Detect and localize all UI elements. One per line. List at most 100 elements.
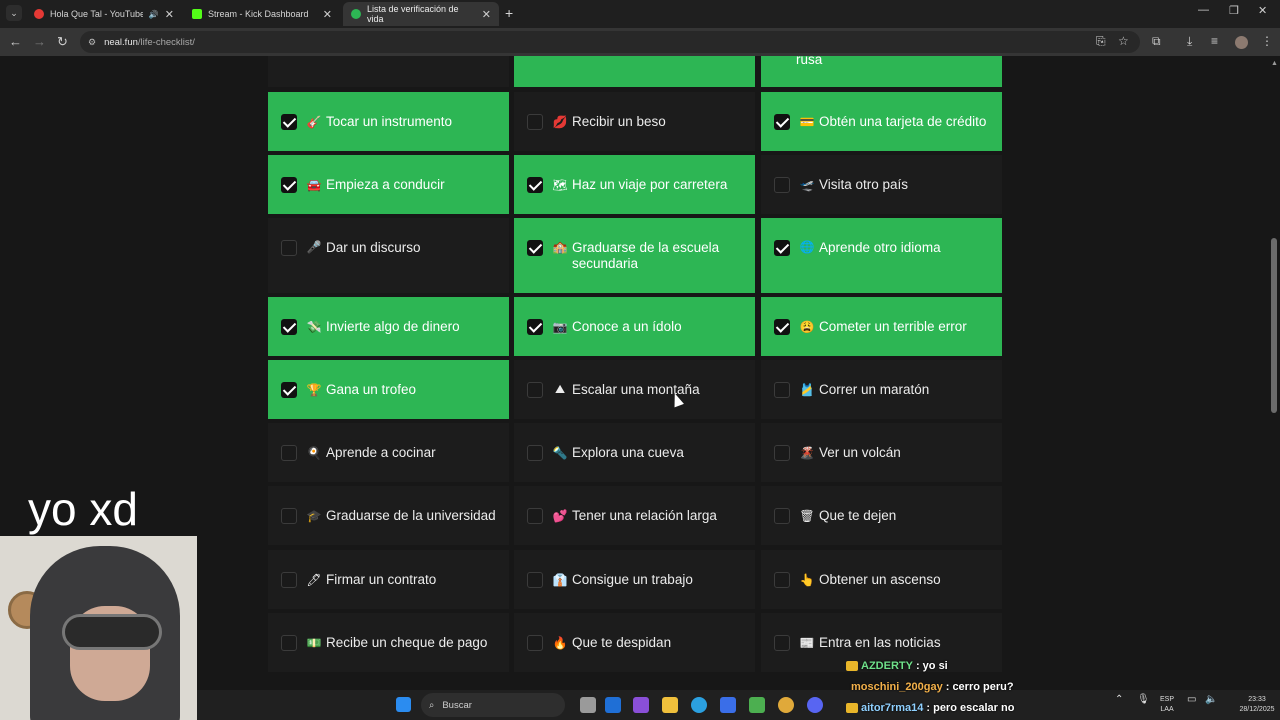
- close-window-icon[interactable]: ✕: [1258, 4, 1267, 17]
- checkbox[interactable]: [281, 571, 297, 588]
- checklist-item[interactable]: 🎸 Tocar un instrumento: [268, 92, 509, 151]
- checklist-item[interactable]: 📷 Conoce a un ídolo: [514, 297, 755, 356]
- checkbox[interactable]: [774, 176, 790, 193]
- checkbox-checked[interactable]: [281, 318, 297, 335]
- checkbox[interactable]: [527, 634, 543, 651]
- checklist-item-partial[interactable]: [514, 56, 755, 87]
- checklist-item[interactable]: 💸 Invierte algo de dinero: [268, 297, 509, 356]
- address-bar[interactable]: ⚙ neal.fun/life-checklist/: [80, 31, 1140, 53]
- clock[interactable]: 23:33 28/12/2025: [1237, 695, 1277, 715]
- checklist-item[interactable]: 💋 Recibir un beso: [514, 92, 755, 151]
- forward-icon[interactable]: →: [33, 34, 46, 49]
- teams-icon[interactable]: [633, 697, 649, 713]
- new-tab-button[interactable]: +: [505, 5, 513, 21]
- discord-icon[interactable]: [807, 697, 823, 713]
- checkbox-checked[interactable]: [774, 113, 790, 130]
- checklist-item[interactable]: 🖊 Firmar un contrato: [268, 550, 509, 609]
- edge-icon[interactable]: [691, 697, 707, 713]
- close-icon[interactable]: ✕: [482, 8, 491, 21]
- mail-icon[interactable]: [605, 697, 621, 713]
- profile-avatar[interactable]: [1235, 36, 1248, 49]
- checkbox[interactable]: [774, 634, 790, 651]
- checklist-item[interactable]: 💵 Recibe un cheque de pago: [268, 613, 509, 672]
- checkbox[interactable]: [774, 571, 790, 588]
- checklist-item[interactable]: 🚘 Empieza a conducir: [268, 155, 509, 214]
- checklist-item-partial[interactable]: rusa: [761, 56, 1002, 87]
- checklist-item[interactable]: 🔦 Explora una cueva: [514, 423, 755, 482]
- windows-start-icon[interactable]: [396, 697, 411, 712]
- language-indicator[interactable]: ESP LAA: [1160, 695, 1174, 715]
- checkbox[interactable]: [281, 444, 297, 461]
- checkbox[interactable]: [774, 381, 790, 398]
- volume-icon[interactable]: 🔈: [1205, 695, 1217, 705]
- checkbox-checked[interactable]: [527, 240, 543, 256]
- checkbox-checked[interactable]: [281, 113, 297, 130]
- checklist-item[interactable]: 🎓 Graduarse de la universidad: [268, 486, 509, 545]
- bookmark-star-icon[interactable]: ☆: [1118, 34, 1129, 48]
- checkbox[interactable]: [527, 113, 543, 130]
- chrome-icon[interactable]: [778, 697, 794, 713]
- checkbox[interactable]: [527, 381, 543, 398]
- microphone-icon[interactable]: 🎙: [1137, 695, 1150, 705]
- download-icon[interactable]: ⤓: [1187, 34, 1192, 49]
- extensions-icon[interactable]: ⧉: [1152, 34, 1161, 49]
- tray-chevron-icon[interactable]: ⌃: [1115, 695, 1123, 705]
- checklist-item[interactable]: 🏆 Gana un trofeo: [268, 360, 509, 419]
- checkbox[interactable]: [774, 507, 790, 524]
- checkbox[interactable]: [527, 571, 543, 588]
- checkbox-checked[interactable]: [281, 176, 297, 193]
- checkbox[interactable]: [774, 444, 790, 461]
- checkbox[interactable]: [281, 634, 297, 651]
- checklist-item[interactable]: 🏫 Graduarse de la escuela secundaria: [514, 218, 755, 293]
- scroll-up-icon[interactable]: ▲: [1271, 60, 1278, 67]
- checkbox-checked[interactable]: [774, 318, 790, 335]
- checklist-item[interactable]: 🛫 Visita otro país: [761, 155, 1002, 214]
- checkbox[interactable]: [527, 444, 543, 461]
- checkbox[interactable]: [527, 507, 543, 524]
- checkbox[interactable]: [281, 240, 297, 256]
- reload-icon[interactable]: ↻: [57, 34, 68, 50]
- translate-icon[interactable]: ⎘: [1096, 34, 1106, 49]
- checklist-item[interactable]: 🍳 Aprende a cocinar: [268, 423, 509, 482]
- close-icon[interactable]: ✕: [165, 8, 174, 21]
- network-icon[interactable]: ▭: [1187, 695, 1196, 705]
- checklist-item[interactable]: ⛰ Escalar una montaña: [514, 360, 755, 419]
- minimize-icon[interactable]: —: [1198, 4, 1209, 16]
- tab-youtube[interactable]: Hola Que Tal - YouTube Mu 🔊 ✕: [26, 2, 182, 26]
- back-icon[interactable]: ←: [9, 34, 22, 49]
- taskbar-search[interactable]: ⌕ Buscar: [421, 693, 565, 717]
- checklist-item[interactable]: 🗺 Haz un viaje por carretera: [514, 155, 755, 214]
- checklist-item[interactable]: 💳 Obtén una tarjeta de crédito: [761, 92, 1002, 151]
- scrollbar-thumb[interactable]: [1271, 238, 1277, 413]
- checklist-item[interactable]: 🗑 Que te dejen: [761, 486, 1002, 545]
- restore-icon[interactable]: ❐: [1229, 4, 1239, 17]
- store-icon[interactable]: [720, 697, 736, 713]
- menu-dots-icon[interactable]: ⋮: [1261, 34, 1273, 48]
- checklist-item[interactable]: 😩 Cometer un terrible error: [761, 297, 1002, 356]
- checkbox[interactable]: [281, 507, 297, 524]
- checklist-item[interactable]: 💕 Tener una relación larga: [514, 486, 755, 545]
- tab-life-checklist[interactable]: Lista de verificación de vida ✕: [343, 2, 499, 26]
- site-info-icon[interactable]: ⚙: [88, 37, 96, 48]
- chat-text: : yo si: [915, 660, 948, 672]
- checklist-item-partial[interactable]: [268, 56, 509, 87]
- tab-search-button[interactable]: ⌄: [6, 5, 22, 21]
- checklist-item[interactable]: 👆 Obtener un ascenso: [761, 550, 1002, 609]
- checklist-item[interactable]: 🌋 Ver un volcán: [761, 423, 1002, 482]
- checklist-item[interactable]: 🎽 Correr un maratón: [761, 360, 1002, 419]
- media-control-icon[interactable]: ≡: [1211, 34, 1218, 48]
- checkbox-checked[interactable]: [527, 176, 543, 193]
- checklist-item[interactable]: 🎤 Dar un discurso: [268, 218, 509, 293]
- minecraft-icon[interactable]: [749, 697, 765, 713]
- checkbox-checked[interactable]: [281, 381, 297, 398]
- checkbox-checked[interactable]: [527, 318, 543, 335]
- task-view-icon[interactable]: [580, 697, 596, 713]
- close-icon[interactable]: ✕: [323, 8, 332, 21]
- checklist-item[interactable]: 👔 Consigue un trabajo: [514, 550, 755, 609]
- checklist-item[interactable]: 🌐 Aprende otro idioma: [761, 218, 1002, 293]
- checklist-item[interactable]: 🔥 Que te despidan: [514, 613, 755, 672]
- file-explorer-icon[interactable]: [662, 697, 678, 713]
- checkbox-checked[interactable]: [774, 240, 790, 256]
- scrollbar[interactable]: ▲: [1268, 56, 1280, 690]
- tab-kick[interactable]: Stream - Kick Dashboard ✕: [184, 2, 340, 26]
